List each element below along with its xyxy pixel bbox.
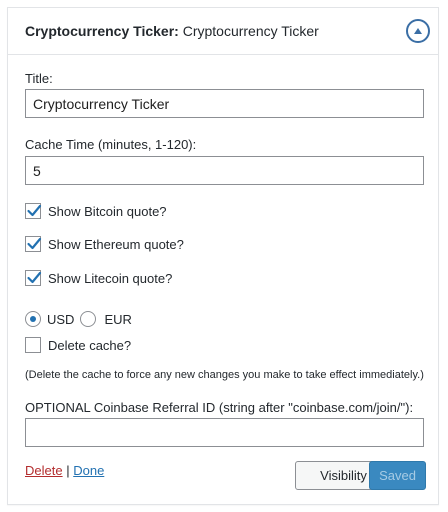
- checkmark-icon: [27, 237, 42, 250]
- checkmark-icon: [27, 204, 42, 217]
- bitcoin-checkbox[interactable]: [25, 203, 42, 219]
- checkmark-icon: [27, 271, 42, 284]
- cache-time-input[interactable]: [25, 156, 424, 185]
- referral-id-input[interactable]: [25, 418, 424, 447]
- done-link[interactable]: Done: [73, 463, 104, 478]
- delete-cache-checkbox[interactable]: [25, 337, 41, 353]
- delete-cache-note: (Delete the cache to force any new chang…: [25, 369, 424, 381]
- bitcoin-checkbox-row[interactable]: Show Bitcoin quote?: [25, 201, 167, 221]
- widget-panel: Cryptocurrency Ticker: Cryptocurrency Ti…: [7, 7, 439, 505]
- title-label: Title:: [25, 71, 53, 86]
- ethereum-checkbox-row[interactable]: Show Ethereum quote?: [25, 234, 184, 254]
- widget-title-instance: Cryptocurrency Ticker: [182, 23, 319, 39]
- eur-radio[interactable]: [80, 311, 97, 327]
- eur-radio-label: EUR: [104, 311, 132, 327]
- usd-radio[interactable]: [25, 311, 41, 327]
- title-input[interactable]: [25, 89, 424, 118]
- widget-header[interactable]: Cryptocurrency Ticker: Cryptocurrency Ti…: [8, 8, 438, 55]
- litecoin-checkbox-label: Show Litecoin quote?: [48, 270, 173, 286]
- widget-title: Cryptocurrency Ticker: Cryptocurrency Ti…: [25, 23, 319, 39]
- cache-time-label: Cache Time (minutes, 1-120):: [25, 137, 197, 152]
- saved-button[interactable]: Saved: [369, 461, 426, 490]
- currency-radio-group: USD EUR: [25, 309, 138, 329]
- delete-cache-label: Delete cache?: [48, 337, 132, 353]
- ethereum-checkbox[interactable]: [25, 236, 42, 252]
- litecoin-checkbox-row[interactable]: Show Litecoin quote?: [25, 268, 172, 288]
- delete-cache-row[interactable]: Delete cache?: [25, 335, 131, 355]
- ethereum-checkbox-label: Show Ethereum quote?: [48, 236, 184, 252]
- bitcoin-checkbox-label: Show Bitcoin quote?: [48, 203, 167, 219]
- widget-control-links: Delete | Done: [25, 463, 104, 478]
- widget-title-name: Cryptocurrency Ticker:: [25, 23, 179, 39]
- widget-toggle-button[interactable]: [406, 19, 430, 43]
- usd-radio-label: USD: [47, 311, 75, 327]
- litecoin-checkbox[interactable]: [25, 270, 42, 286]
- radio-selected-dot: [30, 316, 36, 322]
- link-separator: |: [66, 463, 70, 478]
- delete-link[interactable]: Delete: [25, 463, 63, 478]
- referral-id-label: OPTIONAL Coinbase Referral ID (string af…: [25, 400, 414, 415]
- arrow-up-icon: [414, 28, 422, 34]
